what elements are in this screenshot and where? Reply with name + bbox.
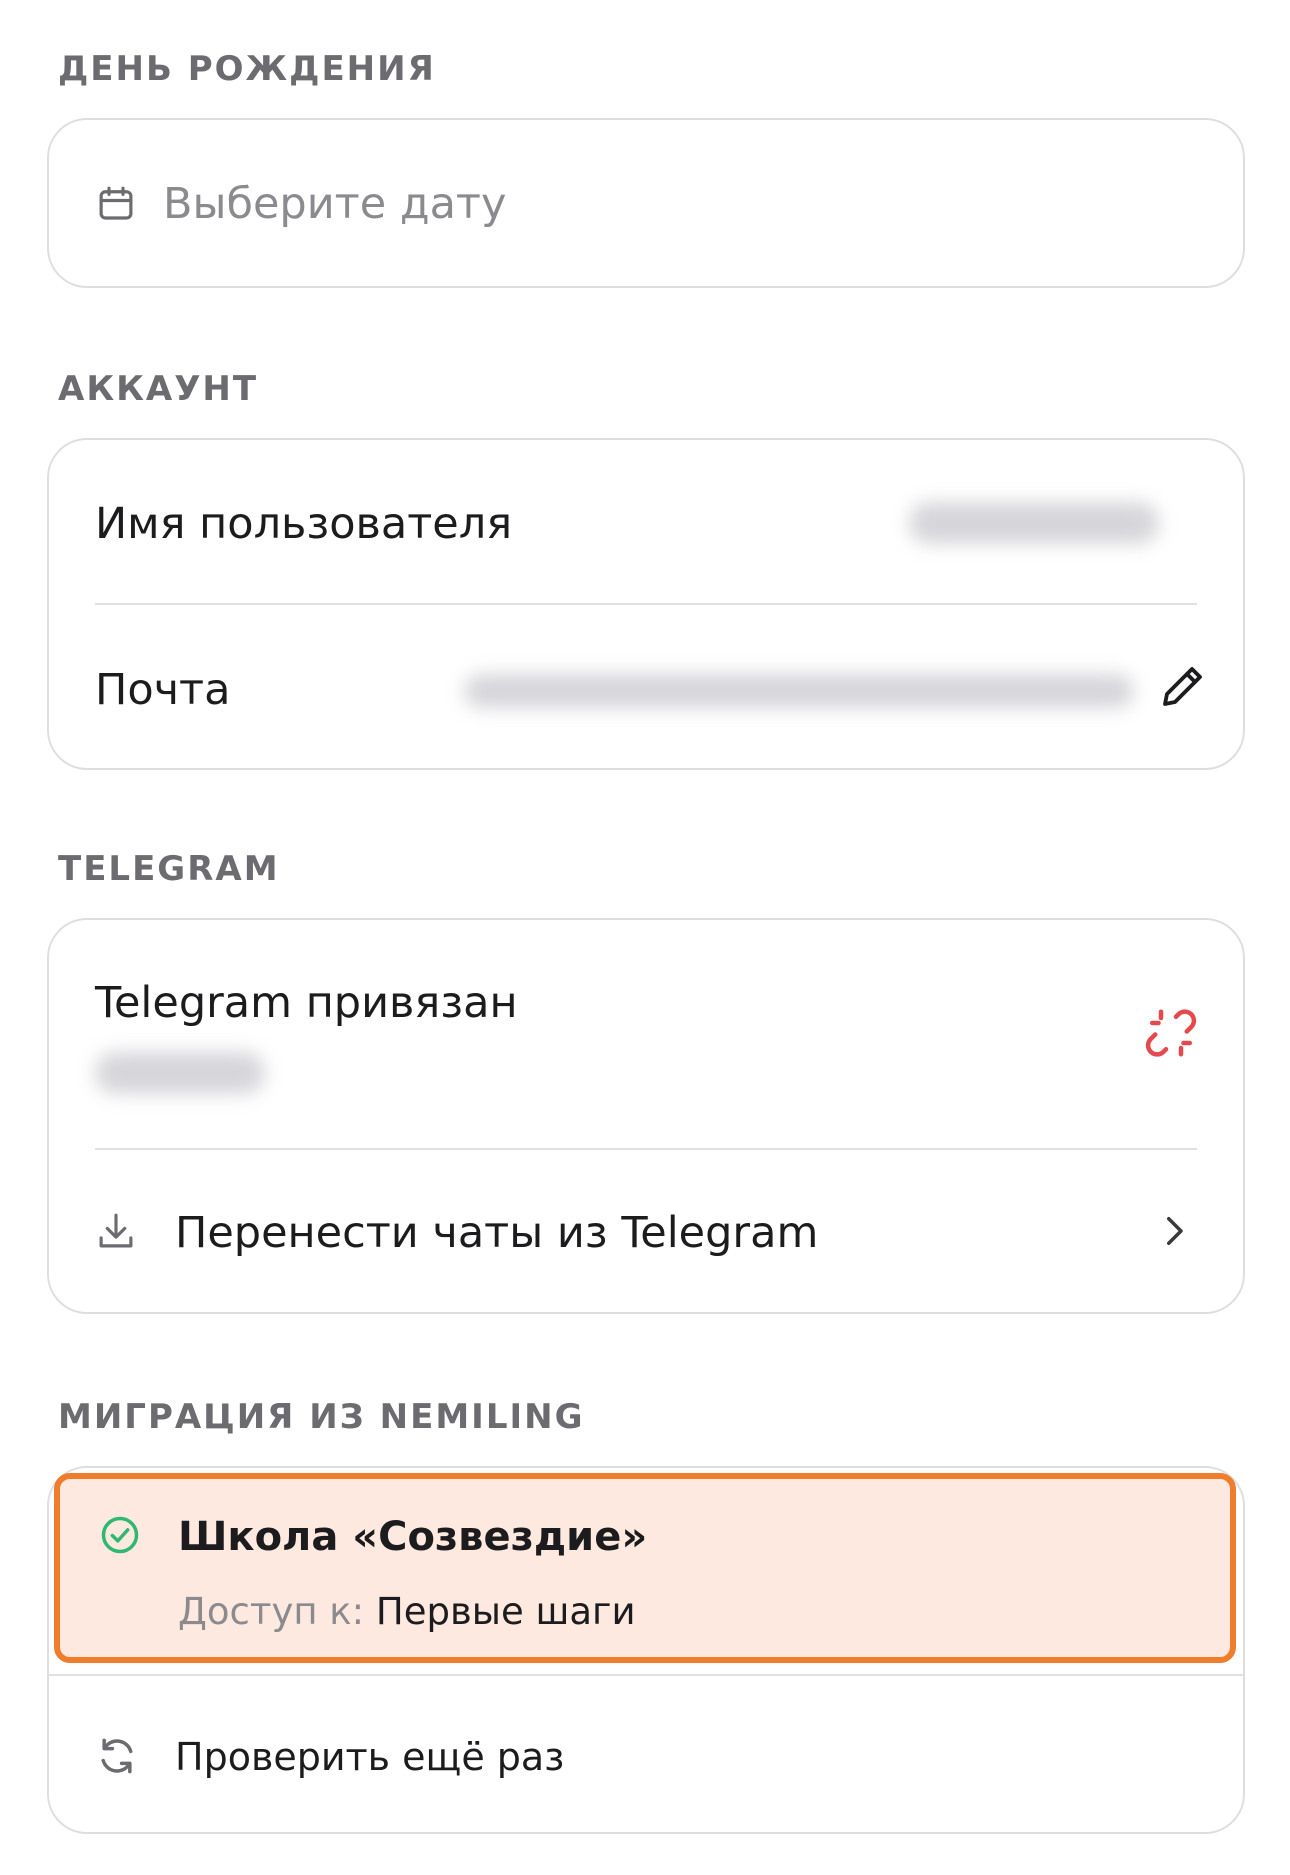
download-icon bbox=[99, 1213, 133, 1248]
migration-section-title: МИГРАЦИЯ ИЗ NEMILING bbox=[58, 1397, 585, 1437]
check-circle-icon bbox=[101, 1516, 139, 1554]
username-label: Имя пользователя bbox=[95, 499, 513, 549]
account-card: Имя пользователя Почта bbox=[47, 438, 1245, 770]
telegram-section-title: TELEGRAM bbox=[58, 849, 280, 889]
access-line: Доступ к: Первые шаги bbox=[178, 1593, 636, 1630]
calendar-icon bbox=[99, 186, 133, 220]
date-placeholder: Выберите дату bbox=[163, 179, 507, 229]
email-value-redacted bbox=[464, 674, 1134, 708]
retry-row[interactable]: Проверить ещё раз bbox=[49, 1676, 1243, 1832]
retry-label: Проверить ещё раз bbox=[175, 1735, 565, 1779]
access-prefix: Доступ к: bbox=[178, 1590, 365, 1633]
username-value-redacted bbox=[909, 502, 1159, 544]
settings-page: ДЕНЬ РОЖДЕНИЯ Выберите дату АККАУНТ Имя … bbox=[0, 0, 1290, 1875]
username-row: Имя пользователя bbox=[49, 440, 1243, 606]
broken-link-icon[interactable] bbox=[1141, 1003, 1201, 1063]
account-section-title: АККАУНТ bbox=[58, 369, 259, 409]
refresh-icon bbox=[101, 1738, 133, 1774]
school-name: Школа «Созвездие» bbox=[178, 1514, 648, 1560]
account-divider bbox=[95, 603, 1197, 605]
transfer-chats-label: Перенести чаты из Telegram bbox=[175, 1208, 819, 1258]
school-access-item[interactable]: Школа «Созвездие» Доступ к: Первые шаги bbox=[54, 1473, 1236, 1663]
telegram-card: Telegram привязан Перенести чаты из Tele… bbox=[47, 918, 1245, 1314]
chevron-right-icon bbox=[1167, 1217, 1183, 1245]
email-label: Почта bbox=[95, 665, 231, 715]
telegram-status-row: Telegram привязан bbox=[49, 920, 1243, 1148]
telegram-status-label: Telegram привязан bbox=[95, 978, 518, 1028]
transfer-chats-row[interactable]: Перенести чаты из Telegram bbox=[49, 1150, 1243, 1312]
birthday-date-picker[interactable]: Выберите дату bbox=[47, 118, 1245, 288]
pencil-icon[interactable] bbox=[1159, 662, 1207, 710]
email-row[interactable]: Почта bbox=[49, 606, 1243, 768]
birthday-section-title: ДЕНЬ РОЖДЕНИЯ bbox=[58, 49, 436, 89]
access-value: Первые шаги bbox=[375, 1590, 636, 1633]
telegram-handle-redacted bbox=[95, 1052, 265, 1094]
